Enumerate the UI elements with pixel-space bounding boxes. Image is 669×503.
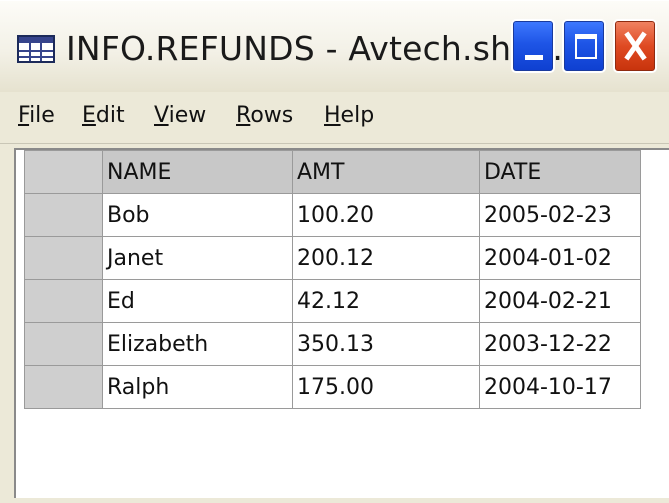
table-row: Ralph 175.00 2004-10-17: [24, 365, 641, 409]
menu-rows[interactable]: Rows: [236, 101, 293, 131]
column-header-amt[interactable]: AMT: [292, 150, 480, 194]
cell-amt[interactable]: 100.20: [292, 193, 480, 237]
menu-view[interactable]: View: [154, 101, 206, 131]
row-selector[interactable]: [24, 279, 103, 323]
cell-name[interactable]: Elizabeth: [102, 322, 293, 366]
cell-date[interactable]: 2003-12-22: [479, 322, 641, 366]
row-selector[interactable]: [24, 193, 103, 237]
maximize-icon: [575, 34, 597, 59]
menu-file[interactable]: File: [18, 101, 55, 131]
table-row: Janet 200.12 2004-01-02: [24, 236, 641, 280]
table-row: Bob 100.20 2005-02-23: [24, 193, 641, 237]
row-selector[interactable]: [24, 236, 103, 280]
row-selector[interactable]: [24, 365, 103, 409]
cell-amt[interactable]: 175.00: [292, 365, 480, 409]
cell-name[interactable]: Bob: [102, 193, 293, 237]
data-grid[interactable]: NAME AMT DATE Bob 100.20 2005-02-23 Jane…: [14, 148, 669, 498]
table-row: Elizabeth 350.13 2003-12-22: [24, 322, 641, 366]
close-icon: [615, 21, 655, 71]
menu-bar: File Edit View Rows Help: [0, 93, 669, 144]
window-title: INFO.REFUNDS - Avtech.sho...: [66, 29, 564, 68]
refunds-table: NAME AMT DATE Bob 100.20 2005-02-23 Jane…: [24, 150, 641, 409]
table-icon[interactable]: [17, 35, 55, 63]
cell-name[interactable]: Ralph: [102, 365, 293, 409]
cell-name[interactable]: Ed: [102, 279, 293, 323]
header-row: NAME AMT DATE: [24, 150, 641, 194]
title-bar[interactable]: INFO.REFUNDS - Avtech.sho...: [0, 0, 669, 92]
app-window: INFO.REFUNDS - Avtech.sho... File Edit V…: [0, 0, 669, 503]
minimize-button[interactable]: [511, 19, 555, 73]
corner-cell[interactable]: [24, 150, 103, 194]
menu-edit[interactable]: Edit: [82, 101, 125, 131]
cell-amt[interactable]: 350.13: [292, 322, 480, 366]
cell-name[interactable]: Janet: [102, 236, 293, 280]
cell-date[interactable]: 2005-02-23: [479, 193, 641, 237]
table-row: Ed 42.12 2004-02-21: [24, 279, 641, 323]
cell-date[interactable]: 2004-02-21: [479, 279, 641, 323]
close-button[interactable]: [613, 19, 657, 73]
minimize-icon: [525, 55, 543, 60]
maximize-button[interactable]: [562, 19, 606, 73]
menu-help[interactable]: Help: [324, 101, 374, 131]
cell-date[interactable]: 2004-10-17: [479, 365, 641, 409]
column-header-name[interactable]: NAME: [102, 150, 293, 194]
cell-date[interactable]: 2004-01-02: [479, 236, 641, 280]
row-selector[interactable]: [24, 322, 103, 366]
cell-amt[interactable]: 42.12: [292, 279, 480, 323]
cell-amt[interactable]: 200.12: [292, 236, 480, 280]
column-header-date[interactable]: DATE: [479, 150, 641, 194]
